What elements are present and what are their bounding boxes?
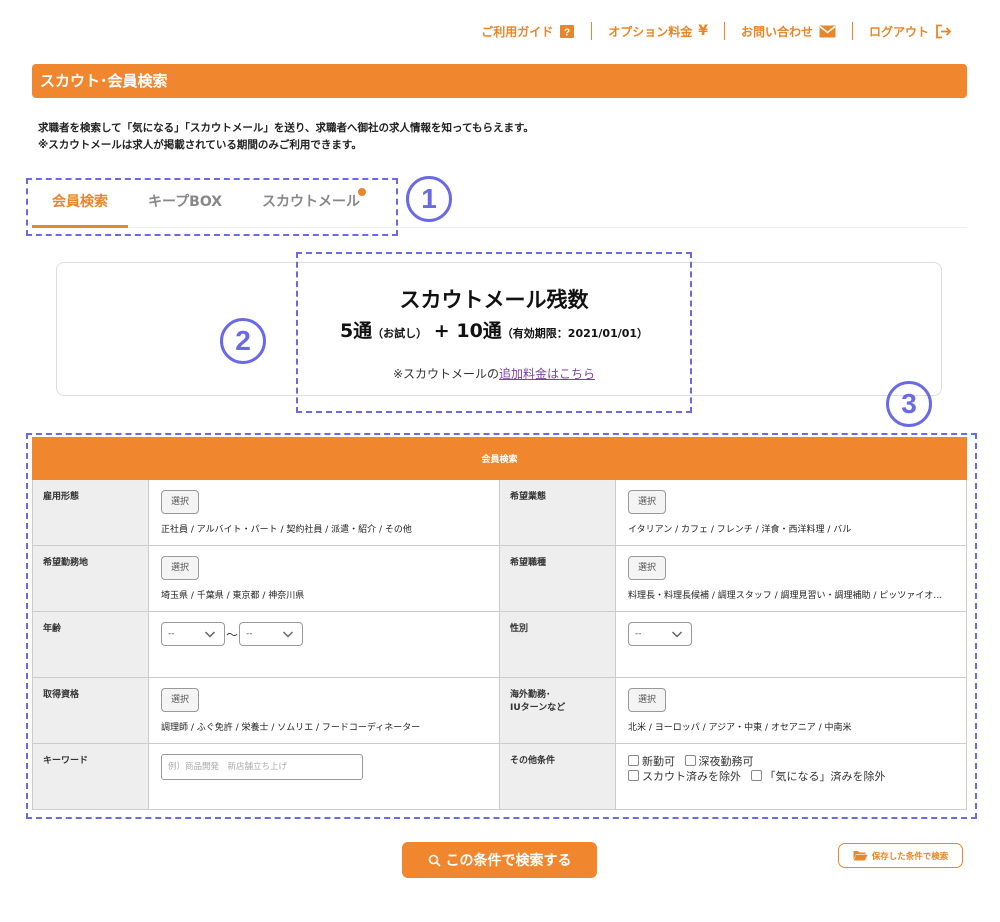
logout-label: ログアウト: [868, 24, 929, 39]
occupation-label: 希望職種: [499, 545, 616, 612]
checkbox-row-1: 新勤可 深夜勤務可: [628, 754, 966, 769]
checkbox[interactable]: [684, 755, 696, 766]
checkbox-label: 深夜勤務可: [698, 755, 754, 768]
saved-search-label: 保存した条件で検索: [871, 851, 949, 862]
search-form-title: 会員検索: [32, 437, 967, 480]
overseas-value: 北米 / ヨーロッパ / アジア・中東 / オセアニア / 中南米: [628, 723, 852, 733]
age-from-select[interactable]: --: [161, 622, 225, 646]
gender-field: --: [615, 611, 967, 678]
qualification-label: 取得資格: [32, 677, 149, 744]
industry-select-button[interactable]: 選択: [628, 490, 666, 514]
industry-field: 選択 イタリアン / カフェ / フレンチ / 洋食・西洋料理 / バル: [615, 479, 967, 546]
keyword-input[interactable]: 例）商品開発 新店舗立ち上げ: [161, 754, 363, 780]
checkbox-option[interactable]: 新勤可: [628, 755, 675, 768]
intro-line-2: ※スカウトメールは求人が掲載されている期間のみご利用できます。: [38, 139, 362, 151]
occupation-select-button[interactable]: 選択: [628, 556, 666, 580]
options-link[interactable]: オプション料金 ¥: [592, 23, 724, 40]
industry-label: 希望業態: [499, 479, 616, 546]
top-nav: ご利用ガイド ? オプション料金 ¥ お問い合わせ ログアウト: [465, 20, 952, 42]
saved-search-button[interactable]: 保存した条件で検索: [838, 843, 963, 868]
overseas-label-line-2: IUターンなど: [510, 703, 566, 713]
folder-icon: [853, 850, 868, 861]
page-title: スカウト･会員検索: [32, 64, 967, 98]
qualification-field: 選択 調理師 / ふぐ免許 / 栄養士 / ソムリエ / フードコーディネーター: [148, 677, 500, 744]
expiry-label: （有効期限：2021/01/01）: [501, 327, 649, 340]
svg-text:?: ?: [564, 27, 570, 38]
occupation-field: 選択 料理長・料理長候補 / 調理スタッフ / 調理見習い・調理補助 / ピッツ…: [615, 545, 967, 612]
location-label: 希望勤務地: [32, 545, 149, 612]
checkbox-label: 「気になる」済みを除外: [764, 770, 886, 783]
age-field: -- 〜 --: [148, 611, 500, 678]
scout-mail-count: 5通（お試し） + 10通（有効期限：2021/01/01）: [296, 316, 692, 343]
annotation-box-1: [26, 178, 398, 236]
age-label: 年齢: [32, 611, 149, 678]
gender-select[interactable]: --: [628, 622, 692, 646]
guide-label: ご利用ガイド: [481, 24, 554, 39]
location-field: 選択 埼玉県 / 千葉県 / 東京都 / 神奈川県: [148, 545, 500, 612]
qualification-select-button[interactable]: 選択: [161, 688, 199, 712]
checkbox-option[interactable]: スカウト済みを除外: [628, 770, 741, 783]
chevron-down-icon: [204, 627, 216, 649]
employment-value: 正社員 / アルバイト・パート / 契約社員 / 派遣・紹介 / その他: [161, 525, 412, 535]
annotation-number-1: 1: [406, 176, 452, 222]
scout-mail-title: スカウトメール残数: [399, 288, 589, 312]
yen-icon: ¥: [698, 23, 708, 39]
intro-text: 求職者を検索して「気になる」「スカウトメール」を送り、求職者へ御社の求人情報を知…: [38, 120, 534, 154]
guide-link[interactable]: ご利用ガイド ?: [465, 23, 591, 40]
chevron-down-icon: [671, 627, 683, 649]
contact-label: お問い合わせ: [740, 24, 813, 39]
additional-fee-link[interactable]: 追加料金はこちら: [499, 367, 595, 381]
checkbox[interactable]: [628, 770, 639, 781]
search-submit-button[interactable]: この条件で検索する: [402, 842, 597, 878]
chevron-down-icon: [282, 627, 294, 649]
other-conditions-field: 新勤可 深夜勤務可 スカウト済みを除外 「気になる」済みを除外: [615, 743, 967, 810]
checkbox-row-2: スカウト済みを除外 「気になる」済みを除外: [628, 769, 966, 784]
contact-link[interactable]: お問い合わせ: [725, 23, 852, 40]
checkbox-label: 新勤可: [642, 755, 675, 768]
annotation-number-2: 2: [220, 318, 266, 364]
overseas-label-line-1: 海外勤務･: [510, 690, 551, 700]
employment-field: 選択 正社員 / アルバイト・パート / 契約社員 / 派遣・紹介 / その他: [148, 479, 500, 546]
overseas-field: 選択 北米 / ヨーロッパ / アジア・中東 / オセアニア / 中南米: [615, 677, 967, 744]
logout-link[interactable]: ログアウト: [853, 23, 952, 40]
checkbox-option[interactable]: 深夜勤務可: [684, 755, 754, 768]
paid-count: 10通: [456, 320, 502, 342]
book-icon: ?: [559, 24, 575, 39]
trial-count: 5通: [339, 320, 373, 342]
location-value: 埼玉県 / 千葉県 / 東京都 / 神奈川県: [161, 591, 305, 601]
other-conditions-label: その他条件: [499, 743, 616, 810]
options-label: オプション料金: [608, 24, 693, 39]
plus-sign: +: [433, 320, 450, 342]
age-to-value: --: [246, 629, 253, 639]
age-range-tilde: 〜: [225, 627, 238, 642]
annotation-number-3: 3: [886, 381, 932, 427]
age-to-select[interactable]: --: [239, 622, 303, 646]
search-submit-label: この条件で検索する: [445, 853, 572, 869]
employment-select-button[interactable]: 選択: [161, 490, 199, 514]
gender-label: 性別: [499, 611, 616, 678]
qualification-value: 調理師 / ふぐ免許 / 栄養士 / ソムリエ / フードコーディネーター: [161, 723, 421, 733]
overseas-select-button[interactable]: 選択: [628, 688, 666, 712]
occupation-value: 料理長・料理長候補 / 調理スタッフ / 調理見習い・調理補助 / ピッツァイオ…: [628, 591, 943, 601]
member-search-form: 会員検索 雇用形態 選択 正社員 / アルバイト・パート / 契約社員 / 派遣…: [32, 437, 967, 810]
overseas-label: 海外勤務･ IUターンなど: [499, 677, 616, 744]
intro-line-1: 求職者を検索して「気になる」「スカウトメール」を送り、求職者へ御社の求人情報を知…: [38, 122, 534, 134]
checkbox[interactable]: [750, 770, 762, 781]
search-icon: [428, 854, 441, 867]
checkbox[interactable]: [628, 755, 639, 766]
employment-label: 雇用形態: [32, 479, 149, 546]
logout-icon: [935, 24, 952, 39]
mail-icon: [819, 25, 836, 38]
age-from-value: --: [168, 629, 175, 639]
keyword-field: 例）商品開発 新店舗立ち上げ: [148, 743, 500, 810]
industry-value: イタリアン / カフェ / フレンチ / 洋食・西洋料理 / バル: [628, 525, 852, 535]
scout-mail-note: ※スカウトメールの追加料金はこちら: [296, 365, 692, 382]
note-prefix: ※スカウトメールの: [392, 367, 500, 381]
location-select-button[interactable]: 選択: [161, 556, 199, 580]
checkbox-option[interactable]: 「気になる」済みを除外: [750, 770, 886, 783]
checkbox-label: スカウト済みを除外: [642, 770, 741, 783]
gender-value: --: [635, 629, 642, 639]
trial-label: （お試し）: [372, 327, 428, 340]
keyword-label: キーワード: [32, 743, 149, 810]
